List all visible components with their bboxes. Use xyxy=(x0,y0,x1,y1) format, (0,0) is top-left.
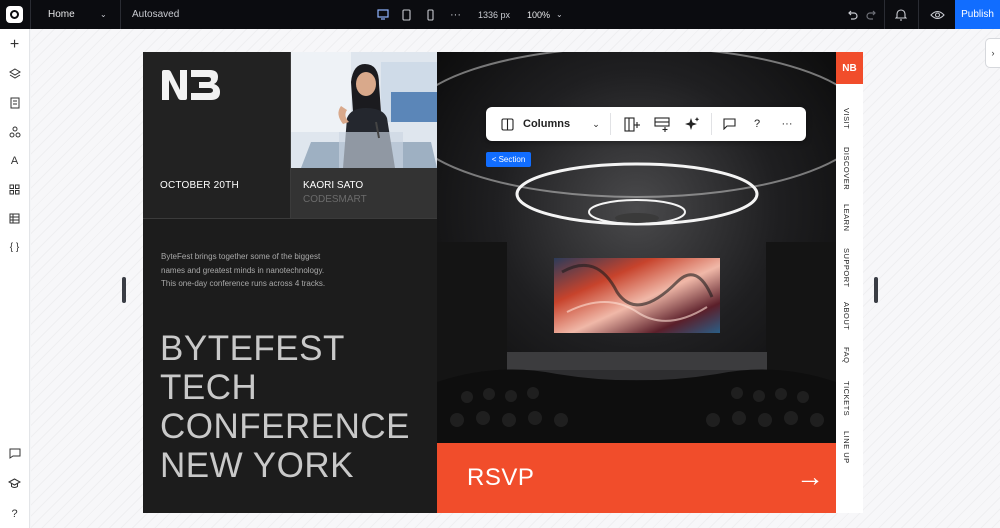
nav-logo[interactable]: NB xyxy=(836,52,863,84)
add-row-icon[interactable] xyxy=(653,107,671,141)
headline-line: BYTEFEST xyxy=(160,329,345,368)
description-line: ByteFest brings together some of the big… xyxy=(161,252,321,261)
headline-line: CONFERENCE xyxy=(160,407,411,446)
description-line: This one-day conference runs across 4 tr… xyxy=(161,279,326,288)
nav-item-support[interactable]: SUPPORT xyxy=(842,248,851,288)
chevron-down-icon[interactable]: ⌄ xyxy=(100,0,107,29)
cms-table-icon[interactable] xyxy=(6,210,23,227)
redo-icon[interactable] xyxy=(866,0,878,29)
page-selector-label: Home xyxy=(48,9,75,20)
more-actions-icon[interactable]: ··· xyxy=(779,107,795,141)
speaker-name: KAORI SATO xyxy=(303,180,364,191)
speaker-info-card: KAORI SATO CODESMART xyxy=(291,168,437,219)
notifications-bell-icon[interactable] xyxy=(895,0,907,29)
right-resize-handle[interactable] xyxy=(874,277,878,303)
tablet-view-icon[interactable] xyxy=(402,0,411,29)
site-vertical-nav: NB VISIT DISCOVER LEARN SUPPORT ABOUT FA… xyxy=(836,52,863,513)
event-date: OCTOBER 20TH xyxy=(160,180,239,191)
speaker-company: CODESMART xyxy=(303,194,367,205)
rsvp-button[interactable]: RSVP → xyxy=(437,443,836,513)
comments-icon[interactable] xyxy=(6,445,23,462)
page-selector[interactable]: Home xyxy=(48,0,75,29)
help-question-icon[interactable]: ? xyxy=(6,505,23,522)
zoom-level[interactable]: 100% xyxy=(527,0,550,29)
nav-item-learn[interactable]: LEARN xyxy=(842,204,851,232)
event-description: ByteFest brings together some of the big… xyxy=(161,250,421,291)
help-icon[interactable]: ? xyxy=(750,107,764,141)
columns-layout-icon[interactable] xyxy=(500,107,514,141)
pages-icon[interactable] xyxy=(6,94,23,111)
preview-eye-icon[interactable] xyxy=(930,0,945,29)
nav-item-line-up[interactable]: LINE UP xyxy=(842,431,851,464)
layers-icon[interactable] xyxy=(6,65,23,82)
nav-item-faq[interactable]: FAQ xyxy=(842,347,851,364)
editor-logo-icon[interactable] xyxy=(6,6,23,23)
theme-fonts-icon[interactable]: A xyxy=(6,152,23,169)
speaker-photo xyxy=(291,52,437,168)
app-market-grid-icon[interactable] xyxy=(6,181,23,198)
comment-icon[interactable] xyxy=(721,107,737,141)
learn-graduation-cap-icon[interactable] xyxy=(6,475,23,492)
nav-item-discover[interactable]: DISCOVER xyxy=(842,147,851,190)
add-column-icon[interactable] xyxy=(623,107,641,141)
site-logo[interactable] xyxy=(160,68,222,102)
zoom-chevron-down-icon[interactable]: ⌄ xyxy=(556,0,563,29)
desktop-view-icon[interactable] xyxy=(377,0,389,29)
apps-network-icon[interactable] xyxy=(6,123,23,140)
headline-line: TECH xyxy=(160,368,258,407)
event-headline: BYTEFEST TECH CONFERENCE NEW YORK xyxy=(160,329,410,485)
left-resize-handle[interactable] xyxy=(122,277,126,303)
mobile-view-icon[interactable] xyxy=(427,0,434,29)
more-breakpoints-icon[interactable]: ··· xyxy=(450,0,461,29)
editor-left-toolbar: + A { } ? xyxy=(0,29,30,528)
code-braces-icon[interactable]: { } xyxy=(6,239,23,256)
add-elements-icon[interactable]: + xyxy=(6,36,23,53)
arrow-right-icon: → xyxy=(796,461,824,492)
publish-button[interactable]: Publish xyxy=(955,0,1000,29)
description-line: names and greatest minds in nanotechnolo… xyxy=(161,265,325,275)
right-panel-toggle-chevron-icon[interactable]: › xyxy=(985,38,1000,68)
section-floating-toolbar: Columns ⌄ ? ··· xyxy=(486,107,806,141)
nav-item-tickets[interactable]: TICKETS xyxy=(842,381,851,416)
headline-line: NEW YORK xyxy=(160,446,354,485)
ai-sparkle-icon[interactable] xyxy=(683,107,701,141)
layout-dropdown-label[interactable]: Columns xyxy=(523,107,583,141)
layout-chevron-down-icon[interactable]: ⌄ xyxy=(590,107,602,141)
nav-item-about[interactable]: ABOUT xyxy=(842,302,851,330)
editor-topbar: Home ⌄ Autosaved ··· 1336 px 100% ⌄ Publ… xyxy=(0,0,1000,29)
rsvp-label: RSVP xyxy=(467,464,535,491)
undo-icon[interactable] xyxy=(846,0,858,29)
canvas-width-readout: 1336 px xyxy=(478,9,511,20)
section-selection-badge[interactable]: < Section xyxy=(486,152,531,167)
nav-item-visit[interactable]: VISIT xyxy=(842,108,851,129)
autosave-status: Autosaved xyxy=(132,9,180,20)
brand-panel: OCTOBER 20TH xyxy=(143,52,291,219)
